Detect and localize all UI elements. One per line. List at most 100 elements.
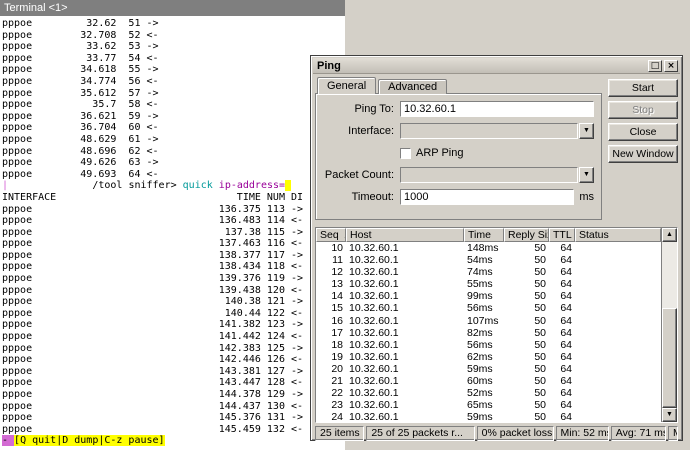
statusbar-cell: Avg: 71 ms [611, 426, 666, 441]
terminal-row: pppoe 137.463 116 <- [2, 238, 345, 250]
cell-host: 10.32.60.1 [346, 327, 464, 339]
cell-time: 59ms [464, 363, 504, 375]
pager-keys: [Q quit|D dump|C-z pause] [14, 435, 165, 446]
terminal-row: pppoe 139.438 120 <- [2, 285, 345, 297]
terminal-prompt-line: | /tool sniffer> quick ip-address= [2, 180, 345, 192]
cell-host: 10.32.60.1 [346, 266, 464, 278]
prompt-argument: ip-address= [219, 180, 285, 191]
start-button[interactable]: Start [608, 79, 678, 97]
cell-host: 10.32.60.1 [346, 278, 464, 290]
cell-reply-size: 50 [504, 363, 549, 375]
table-row[interactable]: 1010.32.60.1148ms5064 [316, 242, 661, 254]
cell-seq: 11 [316, 254, 346, 266]
terminal-cursor [285, 180, 291, 191]
timeout-unit-label: ms [579, 191, 594, 203]
cell-host: 10.32.60.1 [346, 339, 464, 351]
ping-form-area: General Advanced Ping To: Interface: ▼ A… [315, 77, 678, 223]
statusbar-cell: Min: 52 ms [556, 426, 609, 441]
cell-status [575, 327, 661, 339]
terminal-row: pppoe 32.62 51 -> [2, 18, 345, 30]
ping-titlebar[interactable]: Ping □ × [313, 58, 680, 74]
cell-ttl: 64 [549, 315, 575, 327]
cell-seq: 12 [316, 266, 346, 278]
tab-general[interactable]: General [317, 77, 376, 94]
terminal-row: pppoe 36.621 59 -> [2, 111, 345, 123]
terminal-row: pppoe 136.483 114 <- [2, 215, 345, 227]
cell-host: 10.32.60.1 [346, 375, 464, 387]
cell-seq: 17 [316, 327, 346, 339]
table-row[interactable]: 1810.32.60.156ms5064 [316, 339, 661, 351]
table-row[interactable]: 2010.32.60.159ms5064 [316, 363, 661, 375]
scrollbar-thumb[interactable] [662, 308, 677, 408]
cell-seq: 14 [316, 290, 346, 302]
cell-ttl: 64 [549, 266, 575, 278]
cell-time: 65ms [464, 399, 504, 411]
detach-icon[interactable]: □ [648, 60, 662, 72]
column-header-seq[interactable]: Seq ▴ [316, 228, 346, 242]
cell-ttl: 64 [549, 327, 575, 339]
terminal-row: pppoe 141.382 123 -> [2, 319, 345, 331]
cell-ttl: 64 [549, 290, 575, 302]
timeout-input[interactable] [400, 189, 574, 205]
scrollbar-track[interactable] [662, 242, 677, 408]
cell-time: 54ms [464, 254, 504, 266]
table-row[interactable]: 1610.32.60.1107ms5064 [316, 315, 661, 327]
scroll-up-icon[interactable]: ▲ [662, 228, 677, 242]
terminal-row: pppoe 36.704 60 <- [2, 122, 345, 134]
column-header-time[interactable]: Time [464, 228, 504, 242]
statusbar-cell: 25 of 25 packets r... [366, 426, 474, 441]
terminal-column-headers: INTERFACE TIME NUM DI [2, 192, 345, 204]
terminal-row: pppoe 141.442 124 <- [2, 331, 345, 343]
action-buttons: Start Stop Close New Window [608, 79, 678, 163]
table-row[interactable]: 1110.32.60.154ms5064 [316, 254, 661, 266]
cell-status [575, 278, 661, 290]
column-header-reply-size[interactable]: Reply Size [504, 228, 549, 242]
statusbar-cell: 25 items [315, 426, 364, 441]
table-row[interactable]: 2410.32.60.159ms5064 [316, 411, 661, 422]
table-row[interactable]: 1910.32.60.162ms5064 [316, 351, 661, 363]
arp-ping-checkbox[interactable] [400, 148, 411, 159]
cell-seq: 15 [316, 302, 346, 314]
tab-advanced[interactable]: Advanced [378, 79, 447, 94]
column-header-status[interactable]: Status [575, 228, 661, 242]
table-header: Seq ▴ Host Time Reply Size TTL Status [316, 228, 661, 242]
cell-host: 10.32.60.1 [346, 411, 464, 422]
cell-ttl: 64 [549, 242, 575, 254]
terminal-pager-line: - [Q quit|D dump|C-z pause] [2, 435, 345, 447]
terminal-row: pppoe 34.774 56 <- [2, 76, 345, 88]
new-window-button[interactable]: New Window [608, 145, 678, 163]
chevron-down-icon[interactable]: ▼ [579, 167, 594, 183]
table-row[interactable]: 2310.32.60.165ms5064 [316, 399, 661, 411]
table-row[interactable]: 1210.32.60.174ms5064 [316, 266, 661, 278]
ping-title: Ping [317, 60, 646, 72]
table-row[interactable]: 2110.32.60.160ms5064 [316, 375, 661, 387]
terminal-row: pppoe 32.708 52 <- [2, 30, 345, 42]
terminal-row: pppoe 48.629 61 -> [2, 134, 345, 146]
table-row[interactable]: 1310.32.60.155ms5064 [316, 278, 661, 290]
ping-window: Ping □ × General Advanced Ping To: Inter… [310, 55, 683, 441]
vertical-scrollbar[interactable]: ▲ ▼ [661, 228, 677, 422]
cell-time: 74ms [464, 266, 504, 278]
column-header-host[interactable]: Host [346, 228, 464, 242]
ping-results-table: Seq ▴ Host Time Reply Size TTL Status 10… [315, 227, 678, 423]
scroll-down-icon[interactable]: ▼ [662, 408, 677, 422]
chevron-down-icon[interactable]: ▼ [579, 123, 594, 139]
cell-reply-size: 50 [504, 375, 549, 387]
column-header-ttl[interactable]: TTL [549, 228, 575, 242]
close-button[interactable]: Close [608, 123, 678, 141]
table-row[interactable]: 1410.32.60.199ms5064 [316, 290, 661, 302]
stop-button[interactable]: Stop [608, 101, 678, 119]
close-icon[interactable]: × [664, 60, 678, 72]
cell-status [575, 266, 661, 278]
ping-table-body: 1010.32.60.1148ms50641110.32.60.154ms506… [316, 242, 661, 422]
packet-count-combobox[interactable]: ▼ [400, 167, 594, 183]
ping-to-row: Ping To: [320, 101, 594, 117]
table-row[interactable]: 2210.32.60.152ms5064 [316, 387, 661, 399]
interface-combobox[interactable]: ▼ [400, 123, 594, 139]
table-row[interactable]: 1710.32.60.182ms5064 [316, 327, 661, 339]
terminal-titlebar[interactable]: Terminal <1> [0, 0, 345, 16]
terminal-output[interactable]: pppoe 32.62 51 ->pppoe 32.708 52 <- pppoe… [0, 16, 345, 447]
ping-to-input[interactable] [400, 101, 594, 117]
packet-count-row: Packet Count: ▼ [320, 167, 594, 183]
table-row[interactable]: 1510.32.60.156ms5064 [316, 302, 661, 314]
